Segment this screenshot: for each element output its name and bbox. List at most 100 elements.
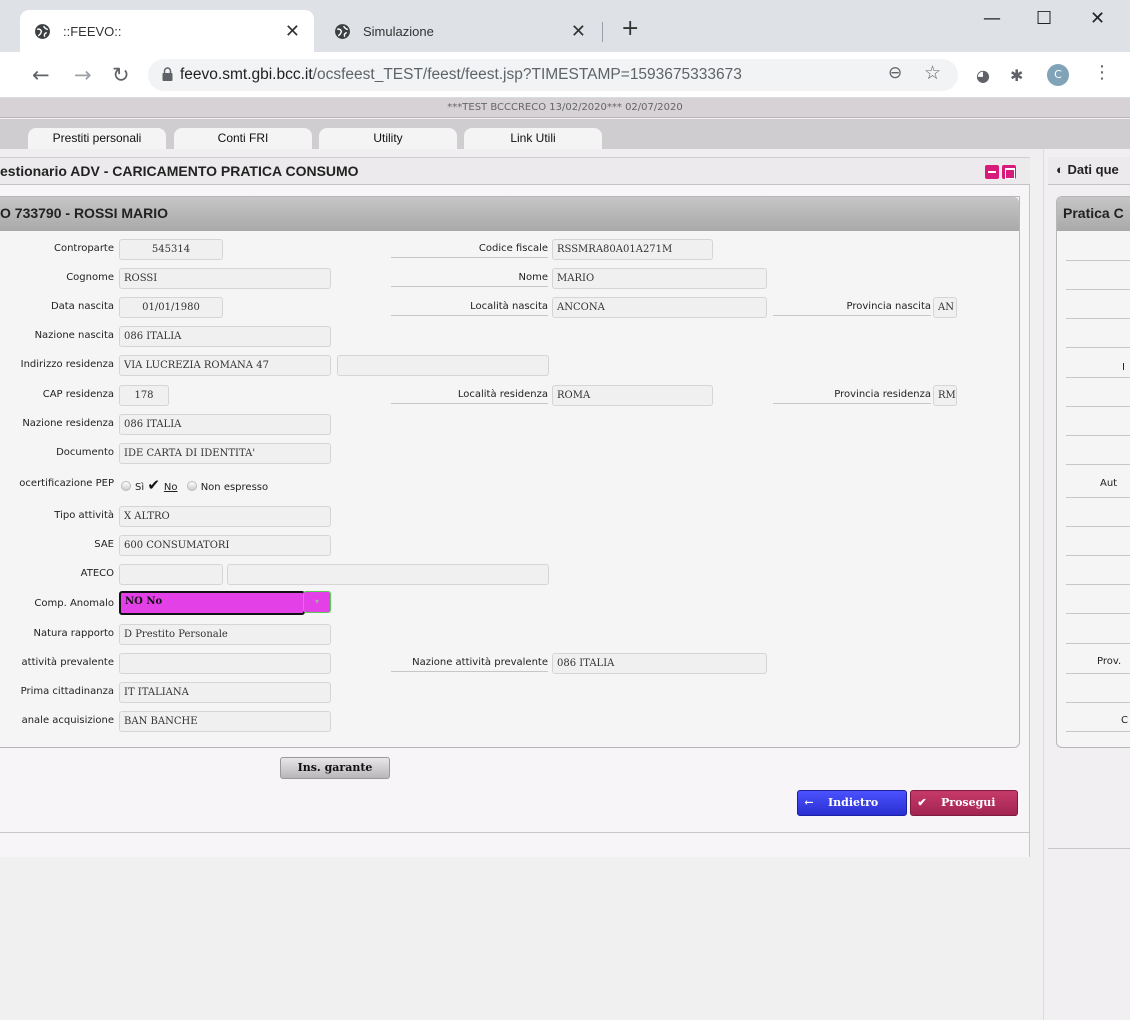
comp-anomalo-field[interactable]: NO No: [119, 591, 305, 615]
provincia-nascita-field[interactable]: AN: [933, 297, 957, 318]
close-tab-icon[interactable]: ✕: [285, 21, 300, 42]
indirizzo-residenza-field[interactable]: VIA LUCREZIA ROMANA 47: [119, 355, 331, 376]
prima-cittadinanza-field[interactable]: IT ITALIANA: [119, 682, 331, 703]
nazione-attivita-prevalente-label: Nazione attività prevalente: [391, 657, 548, 672]
ateco-label: ATECO: [80, 568, 114, 579]
app-tabbar: Prestiti personali Conti FRI Utility Lin…: [0, 119, 1130, 150]
url-path: /ocsfeest_TEST/feest/feest.jsp?TIMESTAMP…: [312, 66, 742, 83]
minimize-icon[interactable]: —: [983, 8, 1001, 29]
ins-garante-button[interactable]: Ins. garante: [280, 757, 390, 779]
tab-conti-fri[interactable]: Conti FRI: [174, 128, 312, 150]
profile-avatar[interactable]: C: [1047, 64, 1069, 86]
nazione-nascita-label: Nazione nascita: [34, 330, 114, 341]
cognome-label: Cognome: [66, 272, 114, 283]
canale-acquisizione-label: anale acquisizione: [21, 715, 114, 726]
arrow-left-icon: ←: [804, 796, 814, 809]
maximize-panel-icon[interactable]: [1002, 165, 1016, 179]
tab-utility[interactable]: Utility: [319, 128, 457, 150]
globe-icon: [35, 23, 50, 39]
tab-link-utili[interactable]: Link Utili: [464, 128, 602, 150]
provincia-residenza-label: Provincia residenza: [773, 389, 931, 404]
back-arrow-icon[interactable]: ←: [32, 63, 50, 87]
right-label-c: C: [1121, 715, 1128, 726]
pep-si-radio[interactable]: [121, 481, 131, 491]
cognome-field[interactable]: ROSSI: [119, 268, 331, 289]
right-field-line: [1066, 347, 1130, 348]
documento-field[interactable]: IDE CARTA DI IDENTITA': [119, 443, 331, 464]
right-label-prov: Prov.: [1097, 656, 1122, 667]
right-divider: [1048, 848, 1130, 849]
documento-label: Documento: [56, 447, 114, 458]
nome-field[interactable]: MARIO: [552, 268, 767, 289]
close-window-icon[interactable]: ✕: [1090, 8, 1105, 29]
codice-fiscale-field[interactable]: RSSMRA80A01A271M: [552, 239, 713, 260]
bookmark-star-icon[interactable]: ☆: [924, 62, 941, 84]
ateco-description-field[interactable]: [227, 564, 549, 585]
env-banner: ***TEST BCCCRECO 13/02/2020*** 02/07/202…: [0, 98, 1130, 118]
right-label-i: I: [1122, 362, 1125, 373]
right-panel-title-text: Dati que: [1067, 162, 1119, 177]
pep-no-label[interactable]: No: [164, 482, 178, 493]
right-field-line: [1066, 613, 1130, 614]
right-field-line: [1066, 464, 1130, 465]
zoom-icon[interactable]: ⊖: [888, 63, 902, 83]
pep-label: ocertificazione PEP: [19, 478, 114, 489]
natura-rapporto-label: Natura rapporto: [33, 628, 115, 639]
sae-field[interactable]: 600 CONSUMATORI: [119, 535, 331, 556]
extension-circle-icon[interactable]: ◕: [976, 66, 990, 85]
localita-residenza-label: Località residenza: [391, 389, 548, 404]
right-panel-title: ◐ Dati que: [1056, 162, 1119, 177]
browser-toolbar: ← → ↻ feevo.smt.gbi.bcc.it/ocsfeest_TEST…: [0, 52, 1130, 98]
nazione-residenza-field[interactable]: 086 ITALIA: [119, 414, 331, 435]
prosegui-label: Prosegui: [941, 796, 996, 809]
data-nascita-field[interactable]: 01/01/1980: [119, 297, 223, 318]
right-field-line: [1066, 584, 1130, 585]
controparte-label: Controparte: [53, 243, 114, 254]
form-header: O 733790 - ROSSI MARIO: [0, 197, 1019, 231]
close-tab-icon[interactable]: ✕: [571, 21, 586, 42]
localita-nascita-field[interactable]: ANCONA: [552, 297, 767, 318]
tab-separator: [602, 22, 603, 42]
controparte-field[interactable]: 545314: [119, 239, 223, 260]
cap-residenza-field[interactable]: 178: [119, 385, 169, 406]
browser-titlebar: ::FEEVO:: ✕ Simulazione ✕ + — ☐ ✕: [0, 0, 1130, 52]
pep-non-espresso-radio[interactable]: [186, 481, 197, 491]
provincia-residenza-field[interactable]: RM: [933, 385, 957, 406]
indietro-button[interactable]: ← Indietro: [797, 790, 907, 816]
new-tab-icon[interactable]: +: [621, 16, 639, 41]
comp-anomalo-dropdown-icon[interactable]: ▾: [303, 591, 331, 613]
puzzle-extensions-icon[interactable]: ✱: [1010, 66, 1023, 85]
browser-tab-simulazione[interactable]: Simulazione ✕: [320, 10, 600, 52]
indirizzo-residenza-2-field[interactable]: [337, 355, 549, 376]
right-field-line: [1066, 702, 1130, 703]
right-field-line: [1066, 526, 1130, 527]
browser-tab-feevo[interactable]: ::FEEVO:: ✕: [20, 10, 314, 52]
cap-residenza-label: CAP residenza: [42, 389, 114, 400]
right-field-line: [1066, 555, 1130, 556]
minimize-panel-icon[interactable]: [985, 165, 999, 179]
prima-cittadinanza-label: Prima cittadinanza: [20, 686, 114, 697]
tipo-attivita-field[interactable]: X ALTRO: [119, 506, 331, 527]
attivita-prevalente-field[interactable]: [119, 653, 331, 674]
natura-rapporto-field[interactable]: D Prestito Personale: [119, 624, 331, 645]
nazione-nascita-field[interactable]: 086 ITALIA: [119, 326, 331, 347]
half-moon-icon[interactable]: ◐: [1056, 162, 1064, 177]
localita-residenza-field[interactable]: ROMA: [552, 385, 713, 406]
prosegui-button[interactable]: ✔ Prosegui: [910, 790, 1018, 816]
pep-si-label: Sì: [135, 482, 145, 493]
forward-arrow-icon[interactable]: →: [74, 63, 92, 87]
browser-menu-icon[interactable]: ⋮: [1093, 62, 1111, 83]
address-bar[interactable]: feevo.smt.gbi.bcc.it/ocsfeest_TEST/feest…: [148, 59, 958, 91]
tab-prestiti-personali[interactable]: Prestiti personali: [28, 128, 166, 150]
canale-acquisizione-field[interactable]: BAN BANCHE: [119, 711, 331, 732]
right-field-line: [1066, 673, 1130, 674]
checkmark-icon[interactable]: ✔: [147, 476, 160, 494]
nazione-attivita-prevalente-field[interactable]: 086 ITALIA: [552, 653, 767, 674]
checkmark-icon: ✔: [917, 796, 927, 809]
right-form-title: Pratica C: [1063, 205, 1124, 221]
ateco-field[interactable]: [119, 564, 223, 585]
maximize-icon[interactable]: ☐: [1036, 8, 1052, 29]
reload-icon[interactable]: ↻: [112, 63, 130, 87]
right-field-line: [1066, 318, 1130, 319]
indietro-label: Indietro: [828, 796, 879, 809]
